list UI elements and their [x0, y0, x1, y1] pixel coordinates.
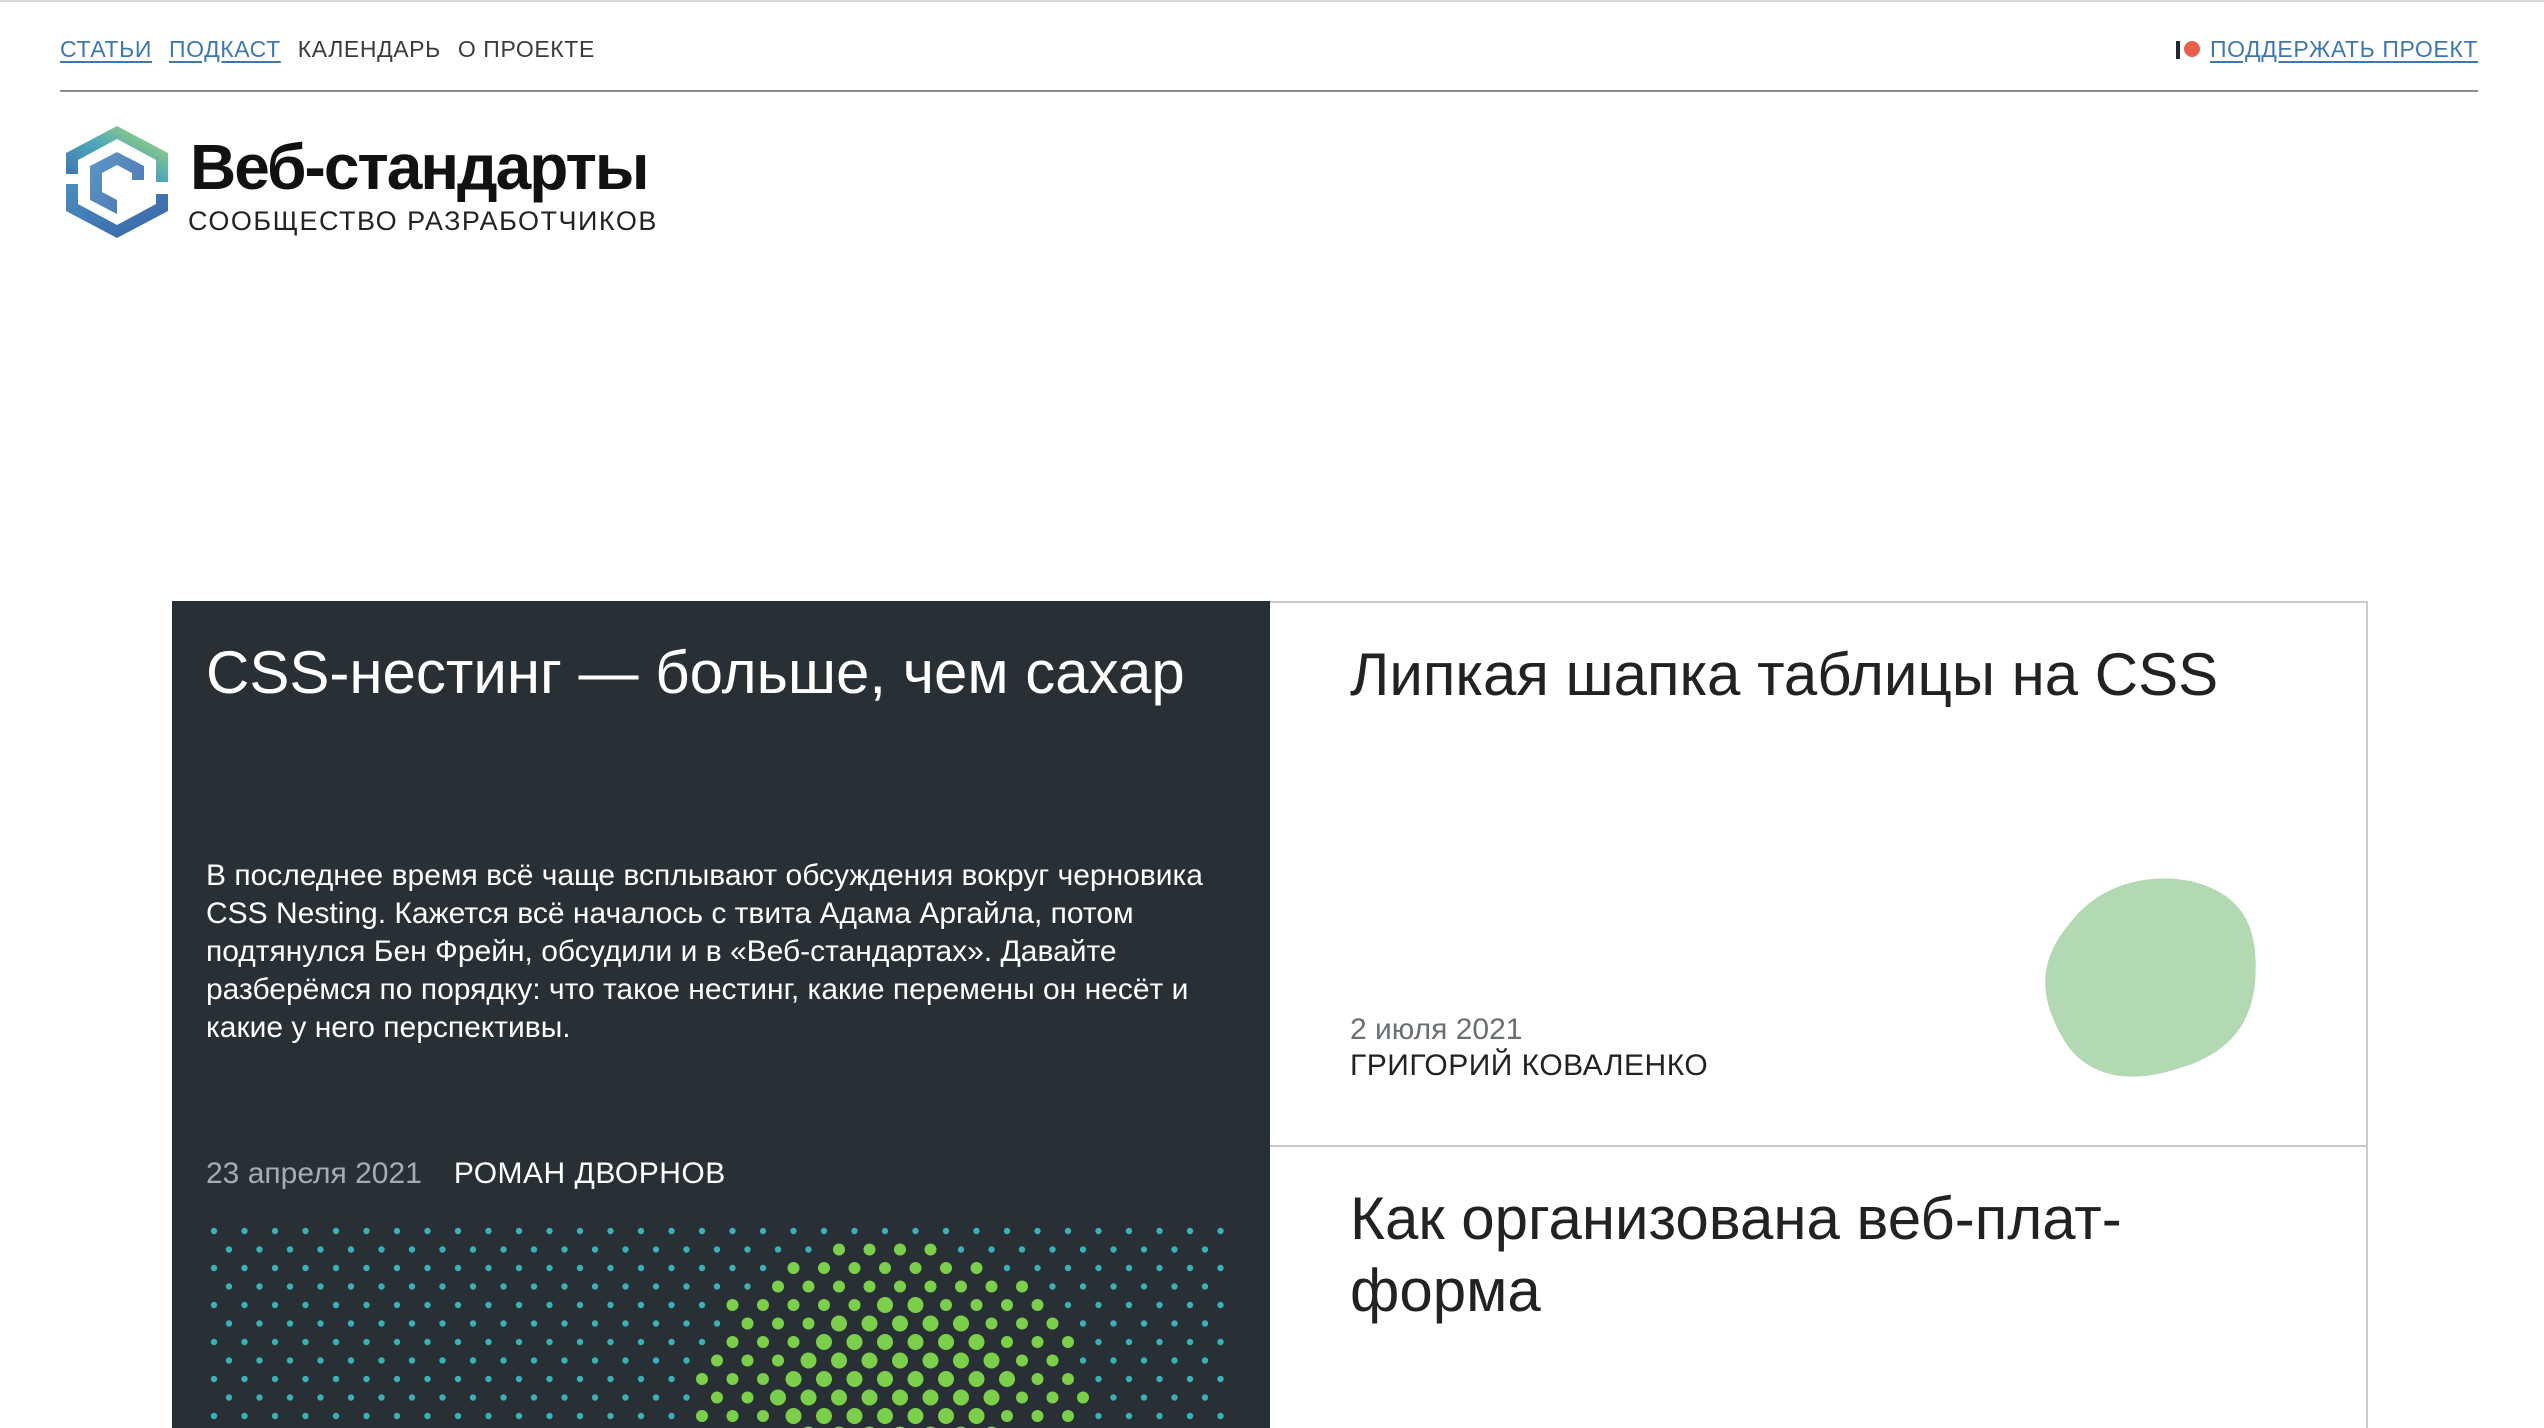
support-block: ПОДДЕРЖАТЬ ПРОЕКТ — [2175, 36, 2478, 63]
patreon-icon — [2175, 39, 2202, 61]
article-title[interactable]: CSS-нестинг — больше, чем са­хар — [206, 637, 1216, 709]
site-title: Веб-стандарты — [190, 131, 649, 203]
featured-articles: CSS-нестинг — больше, чем са­хар В после… — [172, 601, 2368, 1428]
article-card[interactable]: Липкая шапка таблицы на CSS 2 июля 2021 … — [1270, 601, 2368, 1147]
article-author[interactable]: РОМАН ДВОРНОВ — [454, 1157, 726, 1191]
article-meta: 23 апреля 2021 РОМАН ДВОРНОВ — [206, 1157, 726, 1191]
cube-logo-icon — [66, 126, 168, 238]
green-blob-illustration — [2045, 878, 2256, 1077]
article-card[interactable]: Как организована веб-плат­форма — [1270, 1145, 2368, 1428]
site-logo[interactable]: Веб-стандарты СООБЩЕСТВО РАЗРАБОТЧИКОВ — [60, 122, 656, 240]
article-card-featured[interactable]: CSS-нестинг — больше, чем са­хар В после… — [172, 601, 1270, 1428]
nav-articles-link[interactable]: СТАТЬИ — [60, 36, 152, 63]
nav-about-item[interactable]: О ПРОЕКТЕ — [458, 36, 595, 63]
article-excerpt: В последнее время всё чаще всплывают обс… — [206, 859, 1203, 1044]
article-title[interactable]: Липкая шапка таблицы на CSS — [1350, 639, 2270, 711]
dot-pattern-illustration — [210, 1227, 1224, 1428]
main-menu: СТАТЬИ ПОДКАСТ КАЛЕНДАРЬ О ПРОЕКТЕ — [60, 36, 595, 63]
site-subtitle: СООБЩЕСТВО РАЗРАБОТЧИКОВ — [188, 206, 658, 236]
article-author[interactable]: ГРИГОРИЙ КОВАЛЕНКО — [1350, 1049, 1708, 1083]
nav-calendar-item[interactable]: КАЛЕНДАРЬ — [298, 36, 441, 63]
nav-podcast-link[interactable]: ПОДКАСТ — [169, 36, 281, 63]
article-date: 2 июля 2021 — [1350, 1013, 1523, 1046]
article-date: 23 апреля 2021 — [206, 1157, 422, 1190]
article-title[interactable]: Как организована веб-плат­форма — [1350, 1183, 2270, 1327]
top-border — [0, 0, 2544, 2]
support-project-link[interactable]: ПОДДЕРЖАТЬ ПРОЕКТ — [2210, 36, 2478, 63]
teal-blob-illustration — [2150, 1417, 2290, 1428]
top-navigation: СТАТЬИ ПОДКАСТ КАЛЕНДАРЬ О ПРОЕКТЕ ПОДДЕ… — [60, 36, 2478, 92]
